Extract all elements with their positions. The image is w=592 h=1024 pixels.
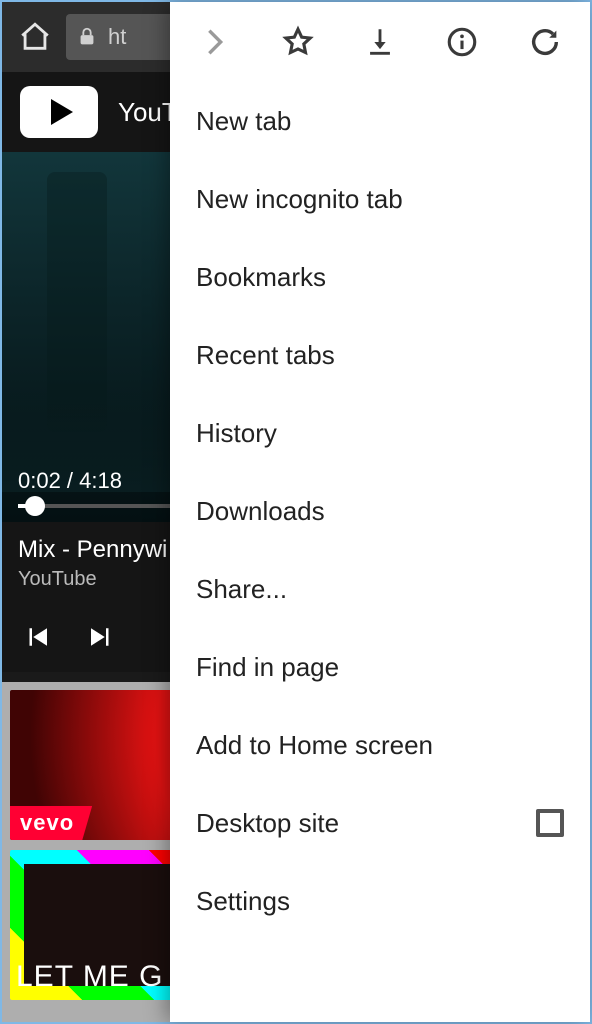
menu-item-new-tab[interactable]: New tab	[170, 82, 590, 160]
menu-item-settings[interactable]: Settings	[170, 862, 590, 940]
overflow-menu: New tab New incognito tab Bookmarks Rece…	[170, 2, 590, 1022]
home-icon[interactable]	[12, 14, 58, 60]
star-icon[interactable]	[276, 20, 320, 64]
menu-item-bookmarks[interactable]: Bookmarks	[170, 238, 590, 316]
menu-item-label: Desktop site	[196, 808, 339, 839]
previous-track-icon[interactable]	[22, 622, 52, 652]
menu-item-label: Recent tabs	[196, 340, 335, 371]
menu-icon-row	[170, 2, 590, 82]
next-track-icon[interactable]	[86, 622, 116, 652]
seek-knob-icon[interactable]	[25, 496, 45, 516]
menu-item-label: New tab	[196, 106, 291, 137]
menu-item-find-in-page[interactable]: Find in page	[170, 628, 590, 706]
forward-icon[interactable]	[193, 20, 237, 64]
menu-item-label: Bookmarks	[196, 262, 326, 293]
download-icon[interactable]	[358, 20, 402, 64]
info-icon[interactable]	[440, 20, 484, 64]
menu-list: New tab New incognito tab Bookmarks Rece…	[170, 82, 590, 1022]
menu-item-incognito[interactable]: New incognito tab	[170, 160, 590, 238]
menu-item-add-home[interactable]: Add to Home screen	[170, 706, 590, 784]
menu-item-history[interactable]: History	[170, 394, 590, 472]
thumbnail-caption: LET ME G	[16, 960, 163, 994]
menu-item-downloads[interactable]: Downloads	[170, 472, 590, 550]
menu-item-desktop-site[interactable]: Desktop site	[170, 784, 590, 862]
reload-icon[interactable]	[523, 20, 567, 64]
menu-item-label: Share...	[196, 574, 287, 605]
menu-item-label: Find in page	[196, 652, 339, 683]
checkbox-icon[interactable]	[536, 809, 564, 837]
lock-icon	[76, 26, 98, 48]
menu-item-share[interactable]: Share...	[170, 550, 590, 628]
menu-item-label: Downloads	[196, 496, 325, 527]
menu-item-label: Add to Home screen	[196, 730, 433, 761]
menu-item-label: Settings	[196, 886, 290, 917]
menu-item-recent-tabs[interactable]: Recent tabs	[170, 316, 590, 394]
url-text: ht	[108, 24, 126, 50]
menu-item-label: New incognito tab	[196, 184, 403, 215]
youtube-logo-icon[interactable]	[20, 86, 98, 138]
menu-item-label: History	[196, 418, 277, 449]
vevo-badge: vevo	[10, 806, 92, 840]
